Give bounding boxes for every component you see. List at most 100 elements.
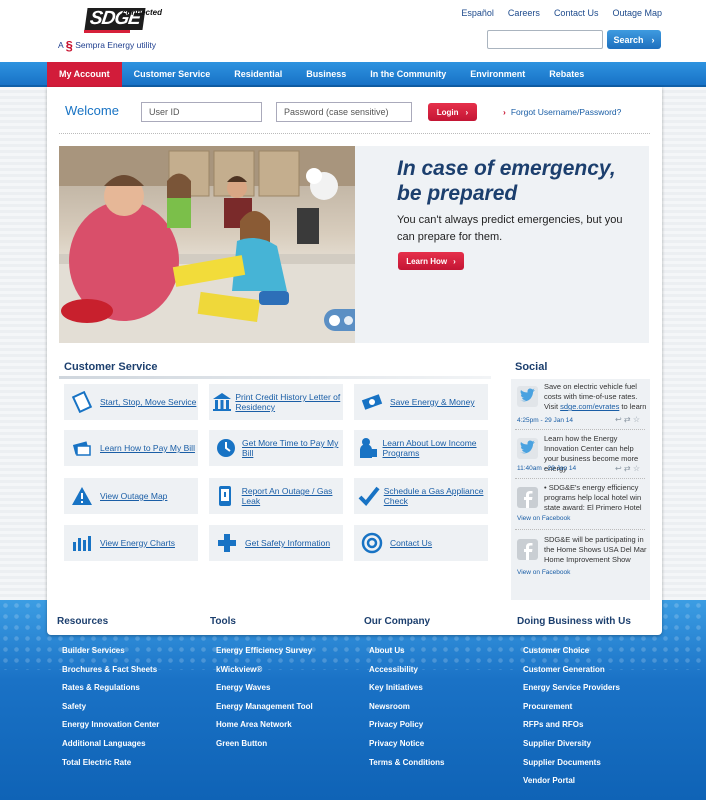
service-tile[interactable]: Print Credit History Letter of Residency [209,384,343,420]
phone-icon [209,485,242,507]
footer-link[interactable]: Energy Service Providers [523,683,620,702]
reply-retweet-favorite-icons[interactable]: ↩ ⇄ ☆ [615,464,640,473]
chevron-right-icon: › [453,256,456,266]
post-link[interactable]: sdge.com/evrates [560,402,619,411]
footer-link[interactable]: Energy Efficiency Survey [216,646,313,665]
post-timestamp[interactable]: 11:40am - 29 Jan 14 [517,465,576,472]
customer-service-heading: Customer Service [64,361,158,373]
footer-link[interactable]: Builder Services [62,646,159,665]
carousel-dot[interactable] [344,315,353,325]
twitter-icon [517,386,538,407]
logo-stripe [84,30,130,33]
forgot-credentials-link[interactable]: Forgot Username/Password? [503,107,622,117]
footer-link[interactable]: Key Initiatives [369,683,444,702]
service-tile-label[interactable]: Report An Outage / Gas Leak [242,486,343,506]
footer-link[interactable]: Customer Generation [523,665,620,684]
link-espanol[interactable]: Español [461,8,494,18]
clock-icon [209,437,242,459]
search-input[interactable] [487,30,603,49]
footer-link[interactable]: Customer Choice [523,646,620,665]
service-tile-label[interactable]: Learn How to Pay My Bill [100,443,195,453]
service-tile[interactable]: Start, Stop, Move Service [64,384,198,420]
footer-link[interactable]: Newsroom [369,702,444,721]
view-on-facebook-link[interactable]: View on Facebook [517,515,570,522]
service-tile[interactable]: Schedule a Gas Appliance Check [354,478,488,514]
social-post: • SDG&E's energy efficiency programs hel… [515,483,647,535]
footer-link[interactable]: Total Electric Rate [62,758,159,777]
service-tile[interactable]: Report An Outage / Gas Leak [209,478,343,514]
footer-link[interactable]: Brochures & Fact Sheets [62,665,159,684]
service-tile-label[interactable]: Get Safety Information [245,538,330,548]
sdge-logo[interactable]: SDGE connected A § Sempra Energy utility [58,6,168,56]
service-tile-label[interactable]: Start, Stop, Move Service [100,397,196,407]
footer-link[interactable]: Procurement [523,702,620,721]
footer-link[interactable]: Green Button [216,739,313,758]
family-kitchen-illustration [59,146,355,343]
service-tile[interactable]: View Energy Charts [64,525,198,561]
service-tile[interactable]: Get More Time to Pay My Bill [209,430,343,466]
footer-link[interactable]: Energy Waves [216,683,313,702]
nav-in-the-community[interactable]: In the Community [358,62,458,87]
footer-link[interactable]: Vendor Portal [523,776,620,795]
footer-link[interactable]: About Us [369,646,444,665]
service-tile-label[interactable]: Save Energy & Money [390,397,475,407]
social-post-text: • SDG&E's energy efficiency programs hel… [544,483,642,512]
footer-link[interactable]: Supplier Documents [523,758,620,777]
post-text-end: to learn [619,402,647,411]
search-button[interactable]: Search › [607,30,661,49]
nav-customer-service[interactable]: Customer Service [122,62,223,87]
footer-link[interactable]: Safety [62,702,159,721]
nav-business[interactable]: Business [294,62,358,87]
nav-my-account[interactable]: My Account [47,62,122,87]
reply-retweet-favorite-icons[interactable]: ↩ ⇄ ☆ [615,415,640,424]
footer-column-our-company: About Us Accessibility Key Initiatives News… [369,646,444,776]
footer-link[interactable]: Privacy Notice [369,739,444,758]
social-feed[interactable]: Save on electric vehicle fuel costs with… [511,379,650,600]
footer-link[interactable]: Home Area Network [216,720,313,739]
footer-heading-our-company: Our Company [364,616,431,627]
service-tile-label[interactable]: Get More Time to Pay My Bill [242,438,343,458]
footer-link[interactable]: Privacy Policy [369,720,444,739]
carousel-dot[interactable] [329,314,340,326]
service-tile-label[interactable]: View Energy Charts [100,538,175,548]
footer-link[interactable]: kWickview® [216,665,313,684]
service-tile[interactable]: Save Energy & Money [354,384,488,420]
footer-link[interactable]: Terms & Conditions [369,758,444,777]
post-timestamp[interactable]: 4:25pm - 29 Jan 14 [517,417,573,424]
learn-how-button[interactable]: Learn How › [398,252,464,270]
footer-link[interactable]: Additional Languages [62,739,159,758]
footer-link[interactable]: Supplier Diversity [523,739,620,758]
service-tile[interactable]: Learn How to Pay My Bill [64,430,198,466]
service-tile-label[interactable]: Contact Us [390,538,432,548]
link-careers[interactable]: Careers [508,8,540,18]
service-tile[interactable]: Contact Us [354,525,488,561]
login-button[interactable]: Login › [428,103,477,121]
service-tile-label[interactable]: Learn About Low Income Programs [383,438,489,458]
footer-link[interactable]: RFPs and RFOs [523,720,620,739]
user-id-field[interactable]: User ID [141,102,262,122]
password-field[interactable]: Password (case sensitive) [276,102,412,122]
footer-link[interactable]: Rates & Regulations [62,683,159,702]
service-tile[interactable]: Get Safety Information [209,525,343,561]
at-sign-icon [354,532,390,554]
document-icon [64,391,100,413]
footer-column-resources: Builder Services Brochures & Fact Sheets R… [62,646,159,776]
nav-residential[interactable]: Residential [222,62,294,87]
view-on-facebook-link[interactable]: View on Facebook [517,569,570,576]
service-tile[interactable]: Learn About Low Income Programs [354,430,488,466]
social-post: SDG&E will be participating in the Home … [515,535,647,600]
service-tile-label[interactable]: Print Credit History Letter of Residency [235,392,343,412]
nav-environment[interactable]: Environment [458,62,537,87]
link-contact-us[interactable]: Contact Us [554,8,599,18]
service-tile-label[interactable]: Schedule a Gas Appliance Check [384,486,488,506]
welcome-label: Welcome [65,103,119,118]
footer-link[interactable]: Energy Management Tool [216,702,313,721]
service-tile[interactable]: View Outage Map [64,478,198,514]
footer-link[interactable]: Energy Innovation Center [62,720,159,739]
service-tile-label[interactable]: View Outage Map [100,491,167,501]
nav-rebates[interactable]: Rebates [537,62,596,87]
footer-link[interactable]: Accessibility [369,665,444,684]
twitter-icon [517,438,538,459]
hero-banner: In case of emergency, be prepared You ca… [59,146,649,343]
link-outage-map[interactable]: Outage Map [612,8,662,18]
